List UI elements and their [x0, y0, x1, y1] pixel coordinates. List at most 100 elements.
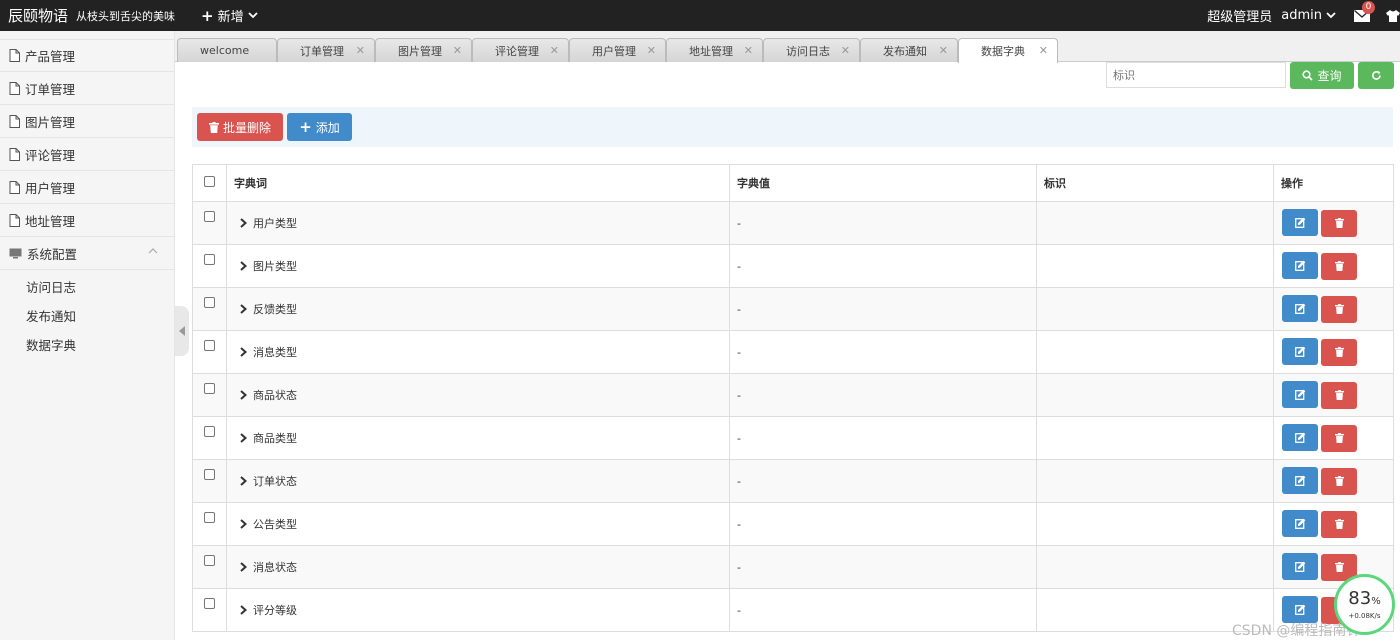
edit-button[interactable]	[1282, 338, 1318, 366]
close-icon[interactable]: ✕	[841, 44, 850, 57]
row-checkbox[interactable]	[204, 383, 215, 394]
sidebar-item-orders[interactable]: 订单管理	[0, 72, 174, 105]
expand-toggle[interactable]: 评分等级	[234, 602, 297, 618]
delete-button[interactable]	[1321, 209, 1357, 237]
edit-button[interactable]	[1282, 510, 1318, 538]
expand-toggle[interactable]: 反馈类型	[234, 301, 297, 317]
sidebar-subitem-access-log[interactable]: 访问日志	[0, 272, 174, 301]
edit-button[interactable]	[1282, 295, 1318, 323]
ident-cell	[1036, 244, 1274, 288]
sidebar-subitem-dictionary[interactable]: 数据字典	[0, 330, 174, 359]
close-icon[interactable]: ✕	[647, 44, 656, 57]
expand-toggle[interactable]: 商品类型	[234, 430, 297, 446]
sidebar-item-system-config[interactable]: 系统配置	[0, 237, 174, 270]
delete-button[interactable]	[1321, 295, 1357, 323]
tab-label: 图片管理	[398, 44, 442, 58]
row-checkbox[interactable]	[204, 512, 215, 523]
close-icon[interactable]: ✕	[939, 44, 948, 57]
edit-button[interactable]	[1282, 467, 1318, 495]
delete-button[interactable]	[1321, 381, 1357, 409]
tab-dictionary[interactable]: 数据字典 ✕	[958, 38, 1058, 63]
word-cell: 商品类型	[226, 416, 730, 460]
expand-toggle[interactable]: 图片类型	[234, 258, 297, 274]
delete-button[interactable]	[1321, 338, 1357, 366]
dictionary-word: 反馈类型	[253, 303, 297, 316]
mail-button[interactable]: 0	[1354, 0, 1375, 22]
user-menu[interactable]: admin	[1281, 8, 1336, 23]
sidebar-collapse-handle[interactable]	[175, 306, 189, 356]
edit-icon	[1294, 518, 1305, 530]
close-icon[interactable]: ✕	[744, 44, 753, 57]
add-button[interactable]: + 添加	[287, 113, 352, 141]
close-icon[interactable]: ✕	[356, 44, 365, 57]
sidebar-item-users[interactable]: 用户管理	[0, 171, 174, 204]
new-dropdown-button[interactable]: + 新增	[201, 6, 258, 25]
batch-delete-label: 批量删除	[222, 120, 271, 135]
ident-search-input[interactable]	[1106, 62, 1286, 88]
row-checkbox[interactable]	[204, 598, 215, 609]
tab-orders[interactable]: 订单管理 ✕	[277, 38, 375, 62]
tab-comments[interactable]: 评论管理 ✕	[472, 38, 569, 62]
sidebar-item-products[interactable]: 产品管理	[0, 39, 174, 72]
network-speed-widget[interactable]: 83% +0.08K/s	[1334, 574, 1395, 635]
table-row: 商品状态 -	[192, 373, 1394, 417]
table-row: 图片类型 -	[192, 244, 1394, 288]
table-row: 商品类型 -	[192, 416, 1394, 460]
edit-button[interactable]	[1282, 424, 1318, 452]
row-checkbox[interactable]	[204, 469, 215, 480]
delete-button[interactable]	[1321, 252, 1357, 280]
delete-button[interactable]	[1321, 467, 1357, 495]
row-checkbox[interactable]	[204, 426, 215, 437]
refresh-button[interactable]	[1358, 62, 1394, 89]
row-checkbox[interactable]	[204, 254, 215, 265]
expand-toggle[interactable]: 用户类型	[234, 215, 297, 231]
expand-toggle[interactable]: 订单状态	[234, 473, 297, 489]
tab-notices[interactable]: 发布通知 ✕	[860, 38, 958, 62]
expand-toggle[interactable]: 消息状态	[234, 559, 297, 575]
file-icon	[9, 81, 20, 95]
tab-label: 地址管理	[689, 44, 733, 58]
delete-button[interactable]	[1321, 510, 1357, 538]
theme-icon[interactable]	[1386, 9, 1400, 22]
row-checkbox[interactable]	[204, 555, 215, 566]
tab-addresses[interactable]: 地址管理 ✕	[666, 38, 763, 62]
tab-images[interactable]: 图片管理 ✕	[375, 38, 472, 62]
select-all-checkbox[interactable]	[204, 176, 215, 187]
edit-icon	[1294, 561, 1305, 573]
ident-cell	[1036, 416, 1274, 460]
tab-welcome[interactable]: welcome	[177, 38, 277, 62]
expand-toggle[interactable]: 商品状态	[234, 387, 297, 403]
edit-button[interactable]	[1282, 252, 1318, 280]
close-icon[interactable]: ✕	[453, 44, 462, 57]
edit-button[interactable]	[1282, 209, 1318, 237]
tab-users[interactable]: 用户管理 ✕	[569, 38, 666, 62]
trash-icon	[208, 121, 219, 133]
row-select-cell	[192, 201, 227, 245]
word-cell: 用户类型	[226, 201, 730, 245]
query-button[interactable]: 查询	[1290, 62, 1354, 89]
sidebar-subitem-notices[interactable]: 发布通知	[0, 301, 174, 330]
sidebar-item-addresses[interactable]: 地址管理	[0, 204, 174, 237]
row-select-cell	[192, 416, 227, 460]
dictionary-word: 消息类型	[253, 346, 297, 359]
delete-button[interactable]	[1321, 424, 1357, 452]
close-icon[interactable]: ✕	[550, 44, 559, 57]
file-icon	[9, 147, 20, 161]
row-select-cell	[192, 373, 227, 417]
expand-toggle[interactable]: 公告类型	[234, 516, 297, 532]
edit-button[interactable]	[1282, 553, 1318, 581]
sidebar-item-images[interactable]: 图片管理	[0, 105, 174, 138]
expand-toggle[interactable]: 消息类型	[234, 344, 297, 360]
row-select-cell	[192, 244, 227, 288]
batch-delete-button[interactable]: 批量删除	[197, 113, 283, 141]
row-checkbox[interactable]	[204, 340, 215, 351]
tab-access-log[interactable]: 访问日志 ✕	[763, 38, 860, 62]
edit-button[interactable]	[1282, 381, 1318, 409]
table-row: 反馈类型 -	[192, 287, 1394, 331]
row-checkbox[interactable]	[204, 297, 215, 308]
brand-title[interactable]: 辰颐物语	[0, 5, 68, 26]
row-checkbox[interactable]	[204, 211, 215, 222]
sidebar-item-comments[interactable]: 评论管理	[0, 138, 174, 171]
close-icon[interactable]: ✕	[1039, 44, 1048, 57]
table-row: 用户类型 -	[192, 201, 1394, 245]
